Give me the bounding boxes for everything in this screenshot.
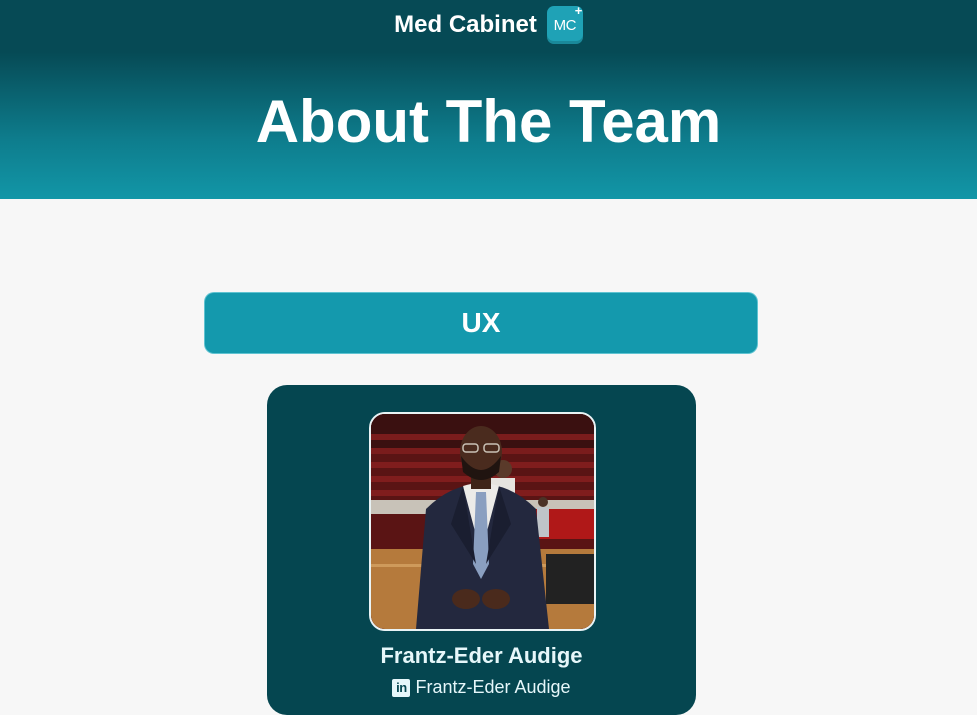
plus-icon: + bbox=[574, 3, 583, 18]
brand[interactable]: Med Cabinet MC + bbox=[0, 3, 977, 44]
team-member-card: Frantz-Eder Audige in Frantz-Eder Audige bbox=[267, 385, 696, 715]
member-photo bbox=[369, 412, 596, 631]
linkedin-link[interactable]: in Frantz-Eder Audige bbox=[267, 677, 696, 698]
member-name: Frantz-Eder Audige bbox=[380, 643, 583, 668]
brand-logo-icon[interactable]: MC + bbox=[546, 3, 583, 44]
linkedin-label: Frantz-Eder Audige bbox=[415, 677, 571, 697]
linkedin-icon: in bbox=[392, 678, 411, 697]
brand-name[interactable]: Med Cabinet bbox=[394, 11, 537, 39]
section-heading-ux: UX bbox=[205, 293, 757, 353]
page-header: Med Cabinet MC + About The Team bbox=[0, 0, 977, 199]
brand-logo-text: MC bbox=[553, 16, 577, 34]
page-title: About The Team bbox=[255, 88, 722, 155]
